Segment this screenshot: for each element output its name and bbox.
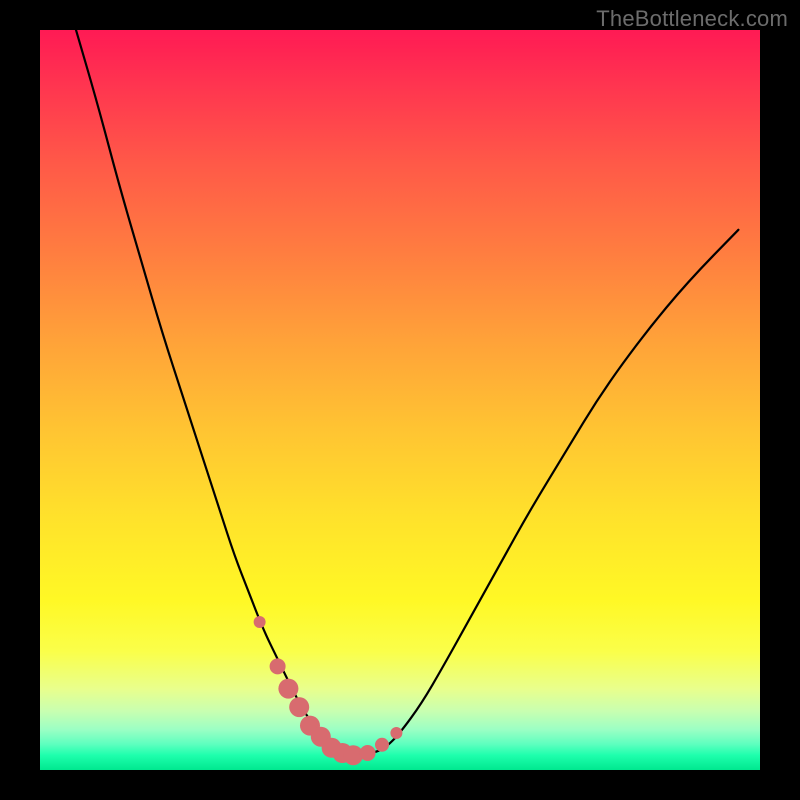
marker-dot — [270, 658, 286, 674]
marker-dot — [289, 697, 309, 717]
watermark-text: TheBottleneck.com — [596, 6, 788, 32]
bottleneck-curve — [76, 30, 738, 755]
chart-frame: TheBottleneck.com — [0, 0, 800, 800]
chart-svg — [40, 30, 760, 770]
marker-dot — [375, 738, 389, 752]
marker-dot — [278, 679, 298, 699]
marker-dot — [360, 745, 376, 761]
highlight-markers — [254, 616, 403, 765]
marker-dot — [390, 727, 402, 739]
marker-dot — [254, 616, 266, 628]
plot-area — [40, 30, 760, 770]
